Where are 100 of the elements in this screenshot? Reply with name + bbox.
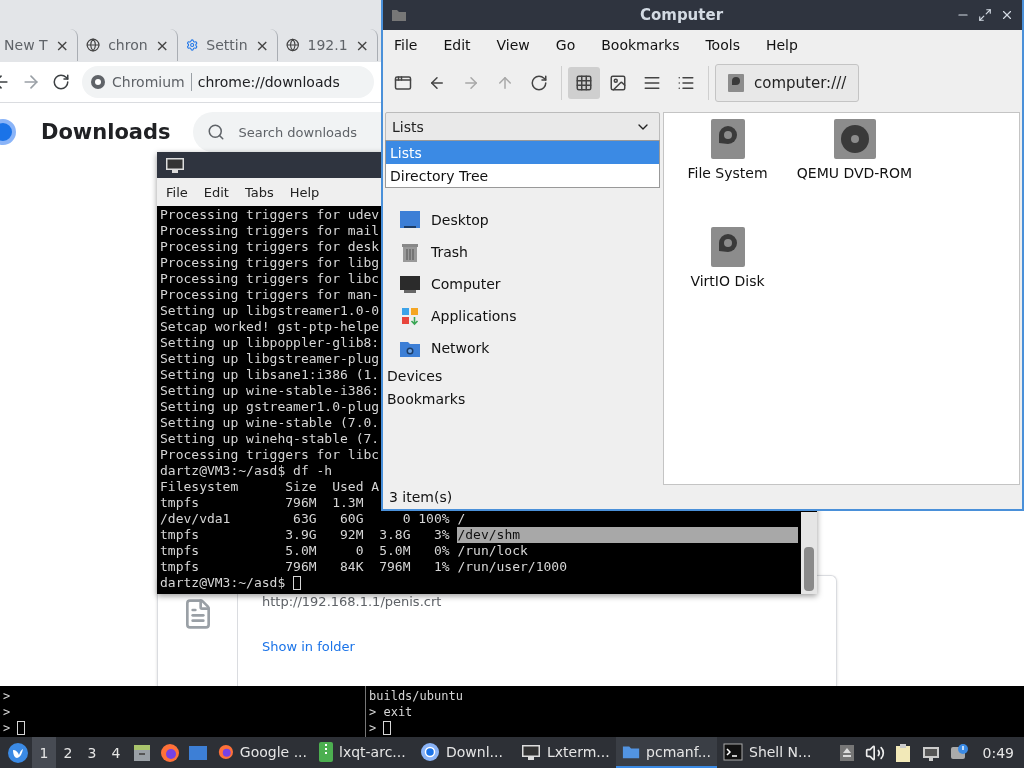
item-label[interactable]: File System bbox=[687, 165, 768, 181]
place-label: Applications bbox=[431, 308, 517, 324]
globe-icon bbox=[286, 37, 300, 53]
applications-icon bbox=[399, 305, 421, 327]
place-item[interactable]: Applications bbox=[385, 300, 660, 332]
section-header[interactable]: Bookmarks bbox=[385, 387, 660, 410]
task-button[interactable]: pcmanf... bbox=[616, 737, 717, 768]
file-cabinet-icon bbox=[132, 742, 152, 763]
task-button[interactable]: Downl... bbox=[414, 737, 515, 768]
place-label: Computer bbox=[431, 276, 501, 292]
terminal-line: Setting up libgstreamer1.0-0 bbox=[160, 303, 380, 319]
menu-item[interactable]: Edit bbox=[203, 184, 229, 200]
task-label: lxqt-arc... bbox=[339, 743, 406, 760]
workspace-button[interactable]: 3 bbox=[80, 737, 104, 768]
terminal-line: Setting up winehq-stable (7. bbox=[160, 431, 380, 447]
terminal-line: dartz@VM3:~/asd$ bbox=[160, 575, 287, 591]
menu-item[interactable]: Help bbox=[289, 184, 320, 200]
task-label: Google ... bbox=[239, 743, 307, 760]
menu-item[interactable]: Tools bbox=[705, 37, 740, 53]
desktop-icon bbox=[399, 209, 421, 231]
close-icon[interactable]: × bbox=[155, 35, 169, 55]
dropdown-option[interactable]: Directory Tree bbox=[386, 164, 659, 187]
place-label: Trash bbox=[431, 244, 468, 260]
terminal-line: /dev/vda1 63G 60G 0 100% / bbox=[160, 511, 466, 527]
place-item[interactable]: Computer bbox=[385, 268, 660, 300]
thumbnail-view-icon bbox=[609, 74, 627, 92]
terminal-line: Processing triggers for libc bbox=[160, 271, 380, 287]
task-button[interactable]: Lxterm... bbox=[515, 737, 616, 768]
close-icon[interactable]: × bbox=[255, 35, 269, 55]
close-icon[interactable]: × bbox=[355, 35, 369, 55]
new-window-icon bbox=[394, 74, 412, 92]
side-pane-dropdown[interactable]: Lists bbox=[385, 112, 660, 142]
terminal-line: Processing triggers for libc bbox=[160, 447, 380, 463]
place-item[interactable]: Desktop bbox=[385, 204, 660, 236]
tab-title: Settin bbox=[206, 37, 248, 53]
terminal-line: dartz@VM3:~/asd$ df -h bbox=[160, 463, 333, 479]
task-button[interactable]: lxqt-arc... bbox=[313, 737, 414, 768]
reload-icon bbox=[530, 74, 548, 92]
view-mode-button[interactable] bbox=[568, 67, 600, 99]
item-label[interactable]: VirtIO Disk bbox=[690, 273, 765, 289]
clock: 0:49 bbox=[982, 744, 1014, 761]
status-text: 3 item(s) bbox=[388, 488, 454, 507]
window-title: Computer bbox=[638, 6, 725, 24]
menu-item[interactable]: View bbox=[496, 37, 530, 53]
search-icon bbox=[206, 123, 225, 141]
menu-item[interactable]: File bbox=[394, 37, 418, 53]
grid-view-icon bbox=[575, 74, 593, 92]
task-button[interactable]: Shell N... bbox=[717, 737, 818, 768]
menu-item[interactable]: Bookmarks bbox=[601, 37, 680, 53]
terminal-line: > bbox=[3, 688, 11, 704]
menu-item[interactable]: Tabs bbox=[244, 184, 274, 200]
terminal-line: Setting up libpoppler-glib8: bbox=[160, 335, 380, 351]
menu-item[interactable]: Help bbox=[765, 37, 798, 53]
terminal-line: Setting up libgstreamer-plug bbox=[160, 351, 380, 367]
address-bar[interactable]: Chromium chrome://downloads bbox=[82, 66, 374, 98]
terminal-line: tmpfs 3.9G 92M 3.8G 3% bbox=[160, 527, 451, 543]
maximize-icon[interactable] bbox=[978, 8, 992, 22]
drive-icon bbox=[710, 119, 745, 159]
terminal-line: tmpfs 796M 84K 796M 1% /run/user/1000 bbox=[160, 559, 567, 575]
close-icon[interactable]: × bbox=[55, 35, 69, 55]
close-icon[interactable] bbox=[1000, 8, 1014, 22]
compact-list-icon bbox=[643, 74, 661, 92]
workspace-button[interactable]: 2 bbox=[56, 737, 80, 768]
browser-tab[interactable]: New T × bbox=[0, 29, 78, 61]
selected-text: /dev/shm bbox=[457, 527, 798, 543]
dropdown-option[interactable]: Lists bbox=[386, 141, 659, 164]
terminal-line: > bbox=[3, 704, 11, 720]
settings-icon bbox=[186, 37, 199, 53]
section-header[interactable]: Devices bbox=[385, 364, 660, 387]
task-label: Shell N... bbox=[749, 743, 812, 760]
globe-icon bbox=[86, 37, 101, 53]
terminal-line: Processing triggers for udev bbox=[160, 207, 380, 223]
volume-icon[interactable] bbox=[864, 742, 885, 763]
task-button[interactable]: Google ... bbox=[212, 737, 313, 768]
drive-icon bbox=[710, 227, 745, 267]
chromium-icon bbox=[420, 741, 440, 762]
menu-item[interactable]: File bbox=[166, 184, 188, 200]
reload-icon[interactable] bbox=[52, 73, 70, 91]
path-button[interactable]: computer:/// bbox=[715, 64, 860, 102]
workspace-button[interactable]: 1 bbox=[32, 737, 56, 768]
terminal-line: Filesystem Size Used A bbox=[160, 479, 380, 495]
menu-item[interactable]: Edit bbox=[443, 37, 471, 53]
browser-tab[interactable]: chron × bbox=[78, 29, 178, 61]
optical-drive-icon bbox=[833, 119, 876, 159]
browser-tab[interactable]: Settin × bbox=[178, 29, 278, 61]
place-item[interactable]: Trash bbox=[385, 236, 660, 268]
place-label: Desktop bbox=[431, 212, 489, 228]
browser-tab[interactable]: 192.1 × bbox=[278, 29, 378, 61]
terminal-line: Setting up wine-stable (7.0. bbox=[160, 415, 380, 431]
scrollbar[interactable] bbox=[801, 512, 817, 594]
menu-item[interactable]: Go bbox=[555, 37, 576, 53]
terminal-line: Setting up gstreamer1.0-plug bbox=[160, 399, 380, 415]
item-label[interactable]: QEMU DVD-ROM bbox=[796, 165, 913, 181]
terminal-line: tmpfs 796M 1.3M bbox=[160, 495, 364, 511]
terminal-line: tmpfs 5.0M 0 5.0M 0% /run/lock bbox=[160, 543, 528, 559]
url-text: chrome://downloads bbox=[197, 74, 340, 90]
place-item[interactable]: Network bbox=[385, 332, 660, 364]
terminal-line: Processing triggers for libg bbox=[160, 255, 380, 271]
workspace-button[interactable]: 4 bbox=[104, 737, 128, 768]
show-in-folder-link[interactable]: Show in folder bbox=[262, 639, 812, 654]
